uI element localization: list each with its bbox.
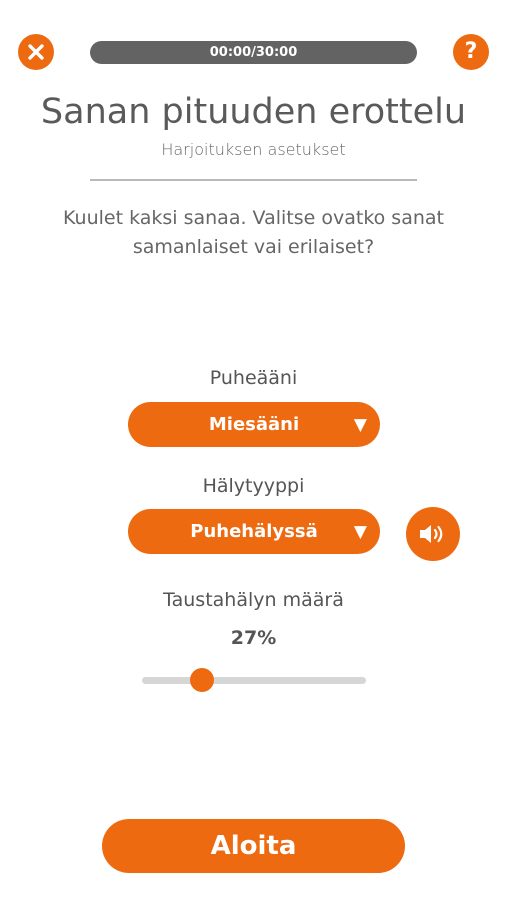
noise-level-label: Taustahälyn määrä bbox=[163, 589, 344, 611]
voice-select-value: Miesääni bbox=[208, 414, 300, 435]
divider bbox=[90, 179, 417, 181]
noise-type-label: Hälytyyppi bbox=[202, 475, 305, 497]
noise-level-slider-track[interactable] bbox=[142, 677, 366, 684]
instructions-text: Kuulet kaksi sanaa. Valitse ovatko sanat… bbox=[63, 207, 444, 258]
noise-type-select-value: Puhehälyssä bbox=[190, 521, 318, 542]
page-subtitle: Harjoituksen asetukset bbox=[161, 140, 346, 159]
voice-select[interactable]: Miesääni ▼ bbox=[128, 402, 380, 447]
page-title: Sanan pituuden erottelu bbox=[40, 92, 467, 132]
noise-level-slider-thumb[interactable] bbox=[190, 668, 215, 692]
play-noise-sample-button[interactable] bbox=[406, 507, 460, 561]
speaker-icon bbox=[420, 525, 443, 543]
noise-type-select[interactable]: Puhehälyssä ▼ bbox=[128, 509, 380, 554]
close-x-icon bbox=[28, 44, 44, 60]
timer-bar: 00:00/30:00 bbox=[90, 41, 417, 64]
help-button[interactable]: ? bbox=[453, 34, 489, 70]
dropdown-caret-icon: ▼ bbox=[353, 415, 367, 435]
question-mark-icon: ? bbox=[464, 39, 478, 64]
noise-level-value: 27% bbox=[230, 627, 277, 649]
dropdown-caret-icon: ▼ bbox=[353, 522, 367, 542]
voice-label: Puheääni bbox=[209, 367, 298, 389]
close-button[interactable] bbox=[18, 34, 54, 70]
start-button[interactable]: Aloita bbox=[102, 819, 405, 873]
start-button-label: Aloita bbox=[210, 831, 297, 861]
timer-text: 00:00/30:00 bbox=[209, 45, 298, 60]
